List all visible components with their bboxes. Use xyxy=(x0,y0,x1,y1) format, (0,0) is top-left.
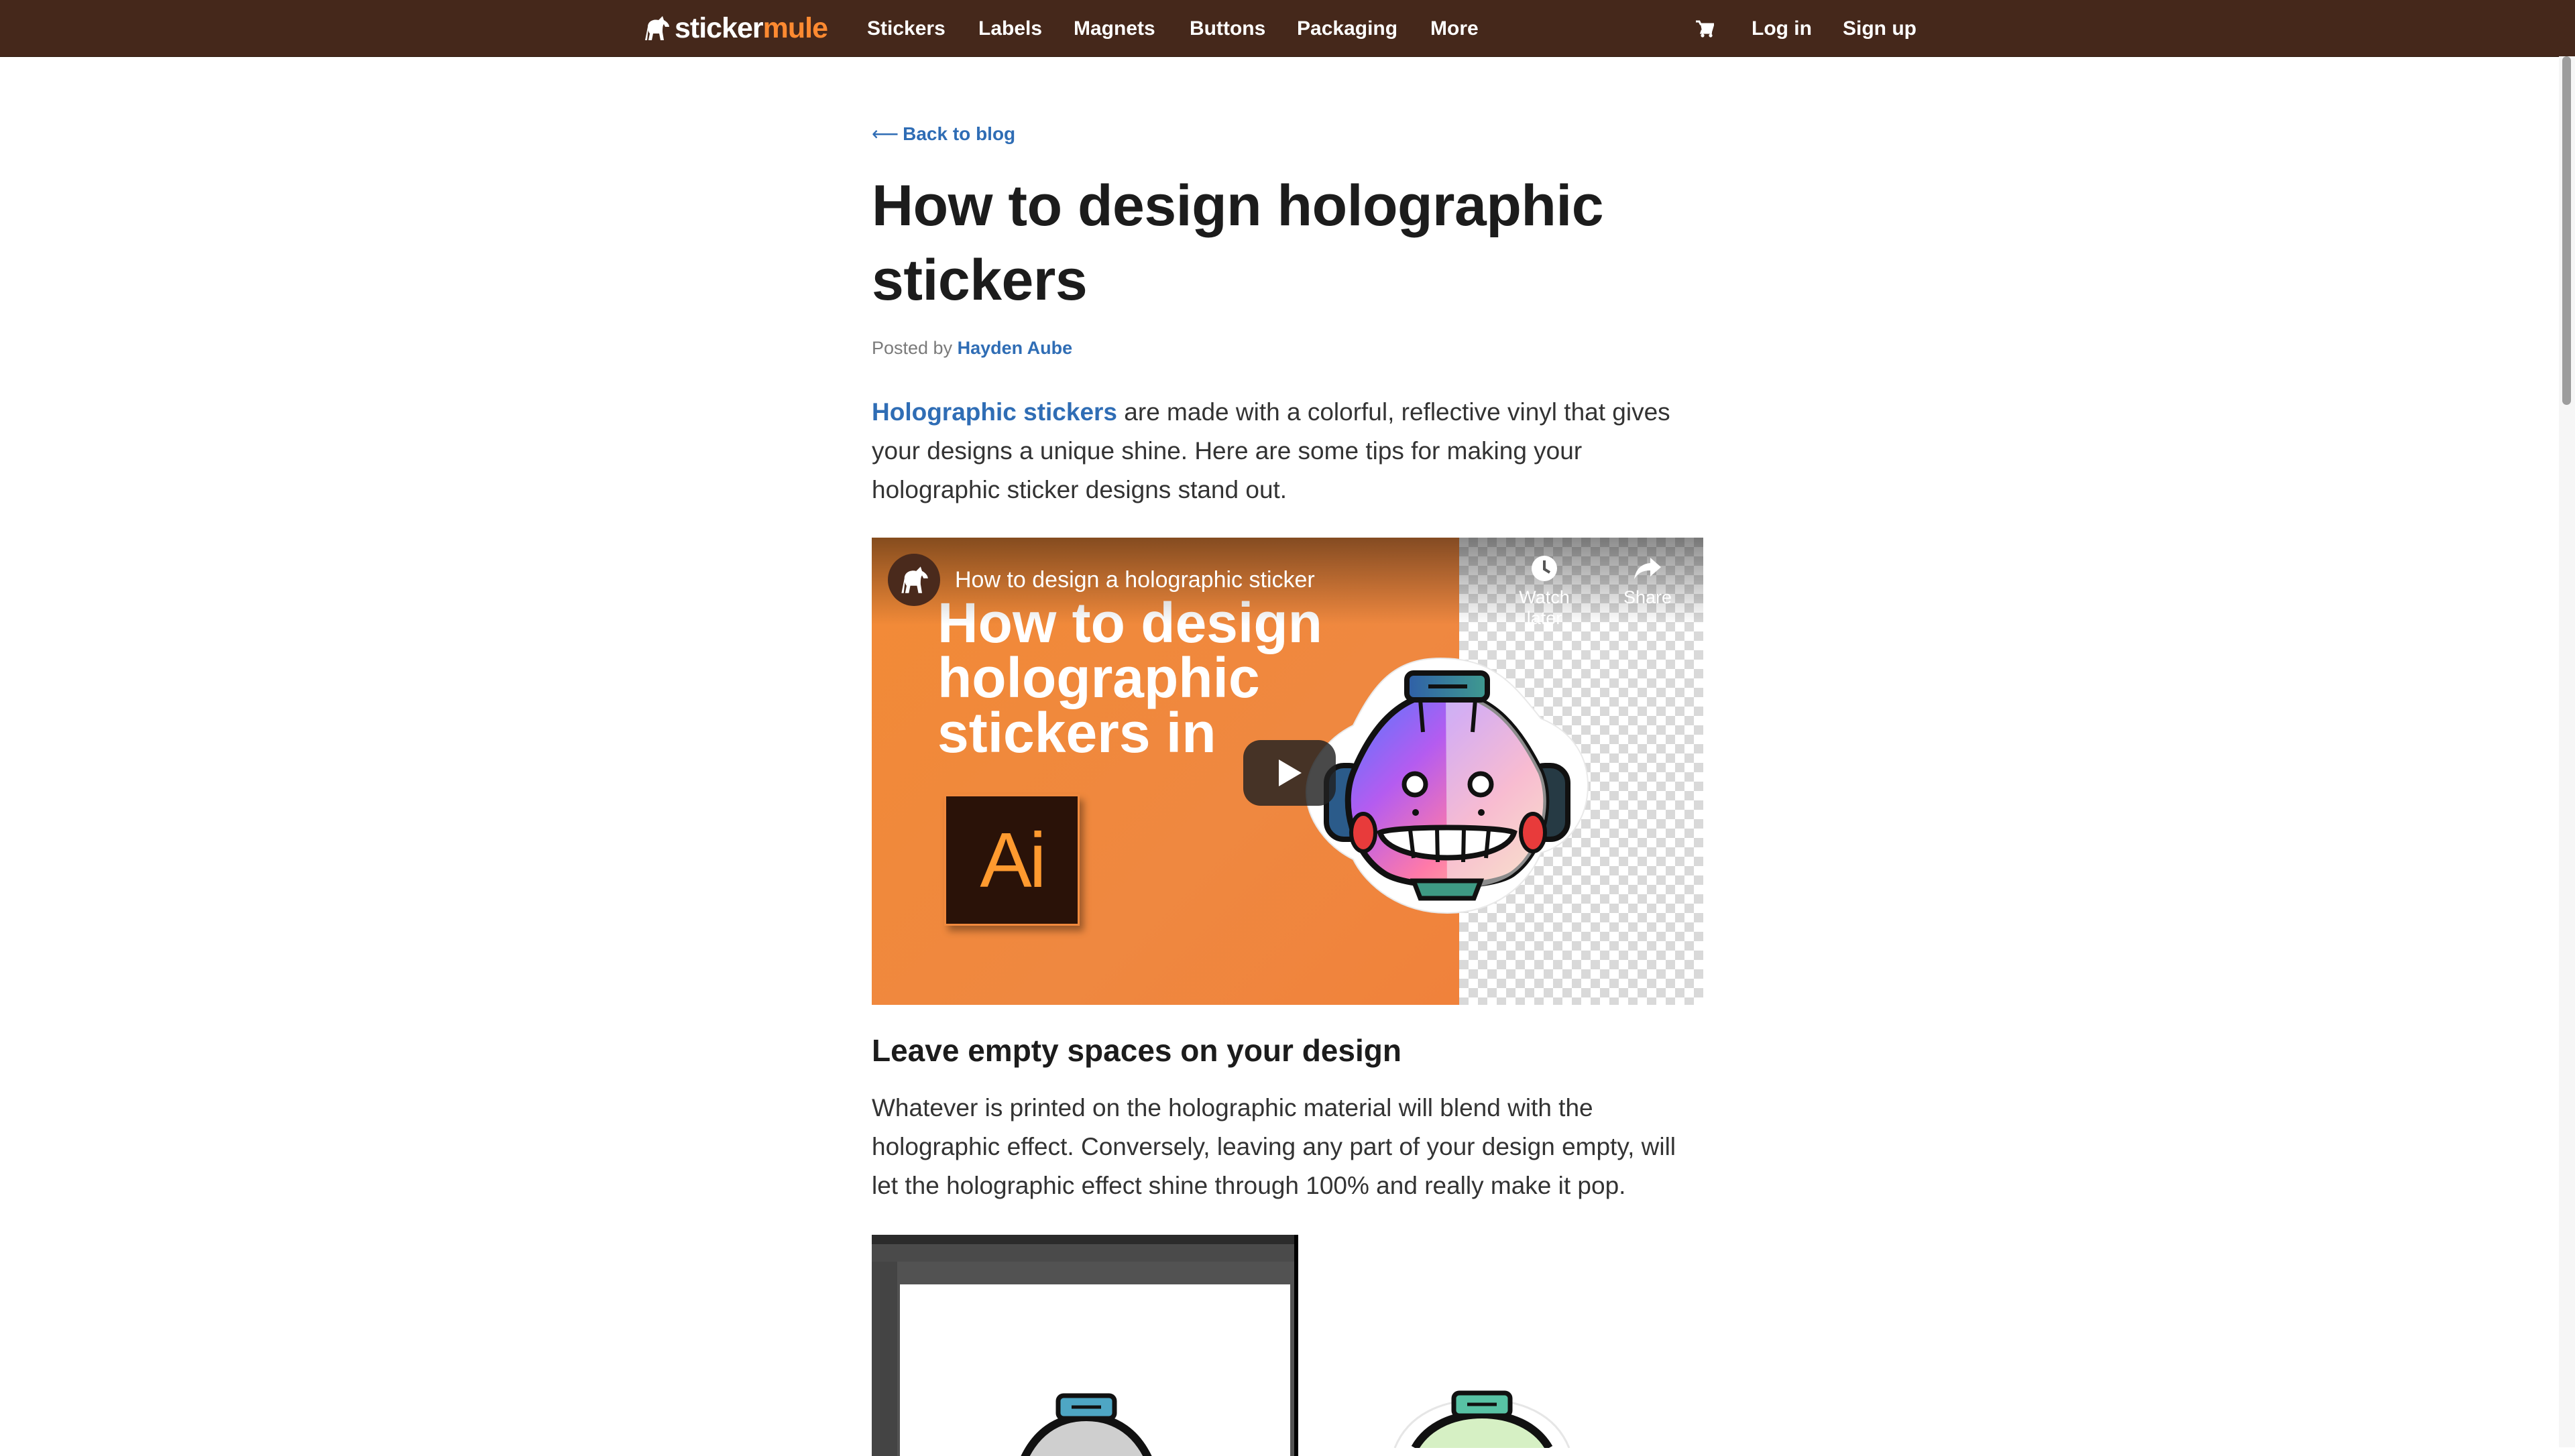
watch-later-label: Watch later xyxy=(1519,587,1570,628)
logo-text-sticker: sticker xyxy=(675,11,764,44)
nav-magnets[interactable]: Magnets xyxy=(1074,0,1155,56)
share-icon xyxy=(1634,558,1661,579)
back-arrow-icon: ⟵ xyxy=(872,123,899,144)
signup-link[interactable]: Sign up xyxy=(1843,0,1916,56)
watch-later-button[interactable]: Watch later xyxy=(1501,554,1588,629)
section-paragraph: Whatever is printed on the holographic m… xyxy=(872,1094,1676,1199)
nav-packaging[interactable]: Packaging xyxy=(1297,0,1397,56)
page-scrollbar[interactable] xyxy=(2559,56,2575,1447)
channel-avatar[interactable] xyxy=(888,554,940,606)
back-to-blog-link[interactable]: ⟵ Back to blog xyxy=(872,123,1015,145)
share-label: Share xyxy=(1623,587,1672,607)
holographic-robot-sticker-image xyxy=(1393,1390,1570,1448)
page-title: How to design holographic stickers xyxy=(872,174,1604,312)
byline: Posted by Hayden Aube xyxy=(872,338,1072,359)
byline-prefix: Posted by xyxy=(872,338,953,358)
play-icon xyxy=(1279,760,1302,786)
login-link[interactable]: Log in xyxy=(1752,0,1812,56)
robot-outline-illustration xyxy=(1021,1393,1152,1456)
youtube-video-embed[interactable]: How to design holographic stickers in Ai xyxy=(872,538,1703,1005)
author-link[interactable]: Hayden Aube xyxy=(958,338,1073,358)
back-to-blog-label: Back to blog xyxy=(903,123,1016,144)
clock-icon xyxy=(1532,556,1557,581)
mule-icon xyxy=(645,16,669,40)
logo-text-mule: mule xyxy=(762,11,828,44)
top-nav-bar: sticker mule Stickers Labels Magnets Butt… xyxy=(0,0,2575,57)
mule-icon xyxy=(901,566,928,593)
holographic-stickers-link[interactable]: Holographic stickers xyxy=(872,398,1117,426)
cart-icon[interactable] xyxy=(1695,20,1714,38)
nav-buttons[interactable]: Buttons xyxy=(1190,0,1265,56)
robot-sticker-illustration xyxy=(1305,657,1589,914)
play-button[interactable] xyxy=(1243,740,1336,806)
app-tool-panel xyxy=(872,1262,897,1456)
app-toolbar xyxy=(872,1244,1294,1262)
nav-stickers[interactable]: Stickers xyxy=(867,0,946,56)
nav-labels[interactable]: Labels xyxy=(978,0,1042,56)
app-menubar xyxy=(872,1235,1294,1244)
section-heading: Leave empty spaces on your design xyxy=(872,1033,1401,1068)
illustrator-screenshot-image xyxy=(872,1235,1298,1456)
intro-paragraph: Holographic stickers are made with a col… xyxy=(872,393,1703,509)
illustrator-logo: Ai xyxy=(944,794,1080,926)
share-button[interactable]: Share xyxy=(1604,554,1691,608)
illustrator-logo-text: Ai xyxy=(980,816,1046,904)
nav-more[interactable]: More xyxy=(1430,0,1479,56)
scrollbar-thumb[interactable] xyxy=(2562,56,2571,405)
video-title[interactable]: How to design a holographic sticker xyxy=(955,567,1315,593)
stickermule-logo[interactable]: sticker mule xyxy=(642,9,828,47)
